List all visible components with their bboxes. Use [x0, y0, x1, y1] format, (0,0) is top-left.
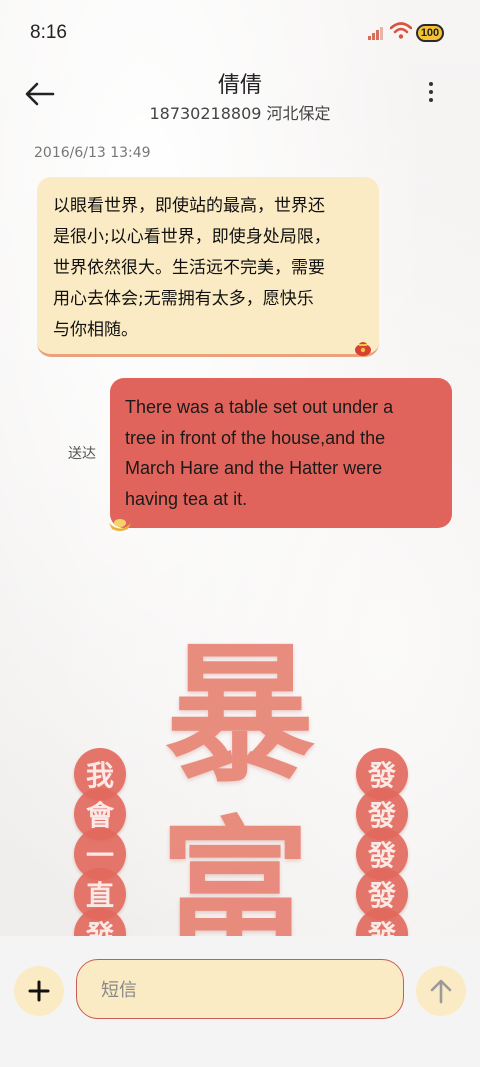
incoming-message-bubble[interactable]: 以眼看世界，即使站的最高，世界还 是很小;以心看世界，即使身处局限， 世界依然很… — [37, 177, 379, 357]
wallpaper-decoration: 暴 富 我 會 一 直 發 發 發 發 發 發 — [0, 620, 480, 950]
message-line: 用心去体会;无需拥有太多，愿快乐 — [53, 289, 314, 309]
delivery-status: 送达 — [68, 446, 96, 462]
wallpaper-char-2: 富 — [160, 802, 311, 950]
message-input[interactable]: 短信 — [76, 959, 404, 1019]
wifi-icon — [390, 22, 412, 39]
battery-icon: 100 — [416, 24, 444, 42]
outgoing-message-bubble[interactable]: There was a table set out under a tree i… — [109, 378, 452, 531]
status-bar: 8:16 100 — [0, 0, 480, 60]
more-options-icon[interactable] — [416, 78, 446, 110]
message-line: There was a table set out under a — [125, 397, 394, 417]
message-line: tree in front of the house,and the — [125, 427, 386, 448]
status-time: 8:16 — [30, 22, 67, 43]
message-line: 与你相随。 — [53, 320, 138, 340]
money-pouch-icon — [355, 342, 371, 356]
message-line: 是很小;以心看世界，即使身处局限， — [53, 227, 331, 247]
signal-icon — [368, 26, 386, 40]
message-input-placeholder: 短信 — [101, 980, 137, 1001]
message-line: 世界依然很大。生活远不完美，需要 — [53, 258, 325, 278]
contact-name: 倩倩 — [217, 73, 262, 98]
gold-ingot-icon — [109, 519, 131, 531]
message-line: 以眼看世界，即使站的最高，世界还 — [53, 196, 325, 216]
add-attachment-button[interactable] — [14, 966, 64, 1016]
plus-icon — [28, 980, 50, 1002]
send-arrow-icon — [430, 979, 452, 1004]
message-timestamp: 2016/6/13 13:49 — [34, 145, 151, 161]
message-line: March Hare and the Hatter were — [125, 458, 383, 478]
message-line: having tea at it. — [125, 488, 248, 509]
wallpaper-char-1: 暴 — [165, 627, 316, 803]
contact-number-location: 18730218809 河北保定 — [149, 104, 331, 123]
send-button[interactable] — [416, 966, 466, 1016]
